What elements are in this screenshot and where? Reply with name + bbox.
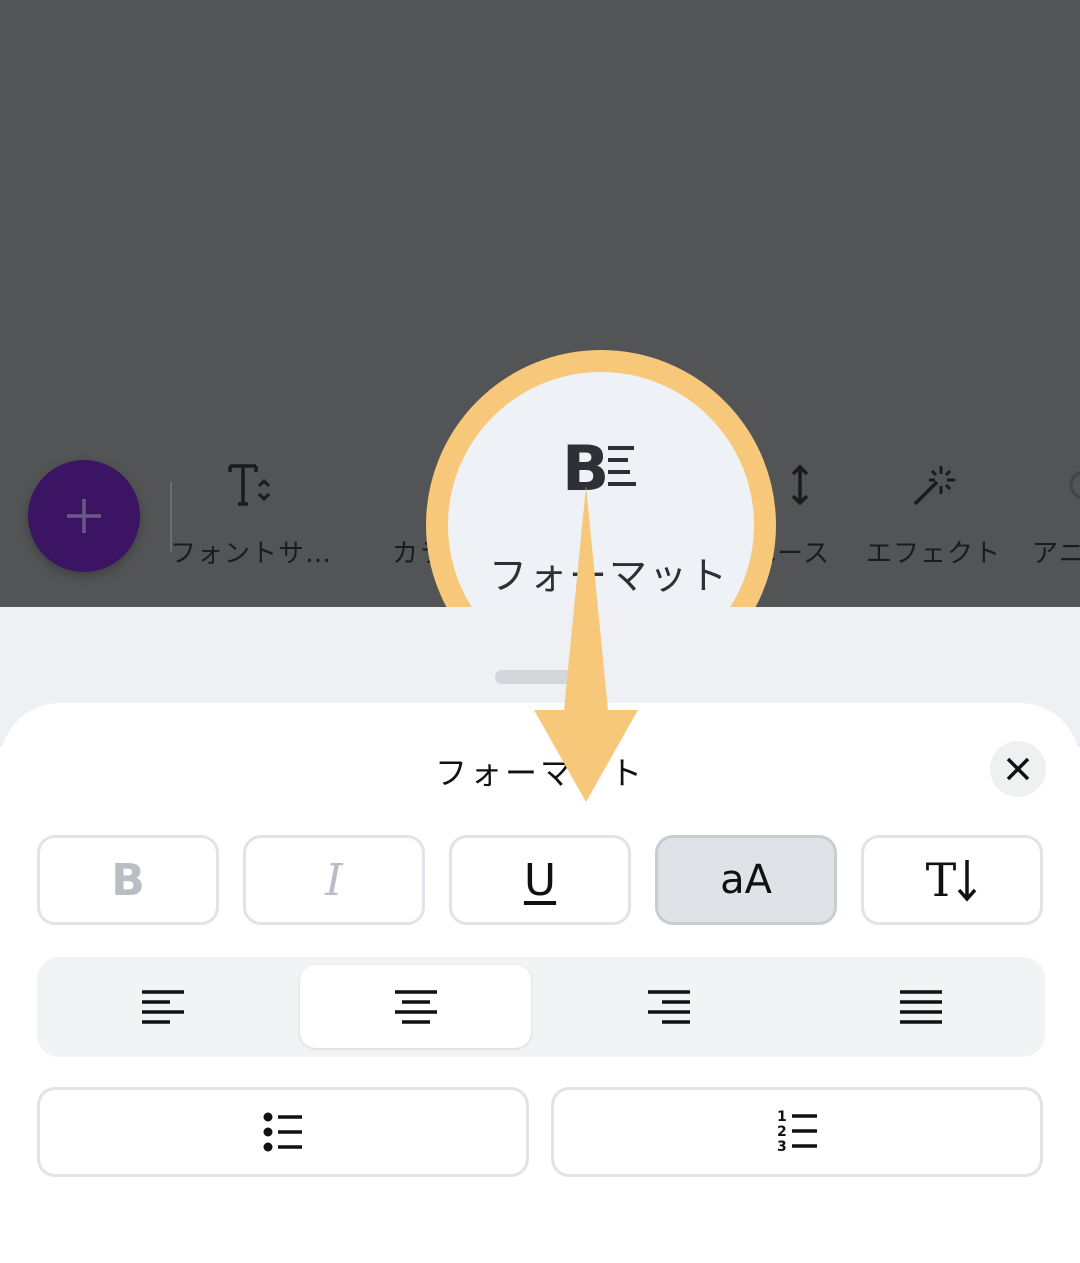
animate-icon: [1032, 455, 1080, 515]
align-justify-button[interactable]: [805, 965, 1036, 1048]
underline-label: U: [523, 854, 557, 906]
align-right-button[interactable]: [553, 965, 784, 1048]
toolbar-item-animate[interactable]: アニメート: [1032, 455, 1080, 570]
italic-button[interactable]: I: [243, 835, 425, 925]
close-icon: [1006, 757, 1030, 781]
effects-icon: [904, 455, 964, 515]
list-number: 1: [777, 1109, 787, 1125]
align-left-icon: [141, 989, 184, 1024]
arrow-down-icon: [958, 860, 977, 902]
numbered-list-icon: 1 2 3: [777, 1109, 817, 1155]
font-size-icon: [221, 455, 281, 515]
list-number: 2: [777, 1124, 787, 1140]
text-direction-button[interactable]: T: [861, 835, 1043, 925]
text-direction-label: T: [925, 853, 957, 907]
toolbar-item-label: フォントサ…: [170, 539, 333, 569]
list-number: 3: [777, 1139, 787, 1155]
toolbar-item-effects[interactable]: エフェクト: [866, 455, 1001, 570]
plus-icon: [67, 499, 101, 533]
align-justify-icon: [899, 989, 942, 1024]
align-right-icon: [647, 989, 690, 1024]
add-button[interactable]: [28, 460, 140, 572]
align-center-button[interactable]: [300, 965, 531, 1048]
toolbar-item-font-size[interactable]: フォントサ…: [170, 455, 332, 570]
align-left-button[interactable]: [47, 965, 278, 1048]
bullet-list-icon: [263, 1112, 302, 1152]
toolbar-item-label: アニメート: [1032, 539, 1080, 569]
letter-case-label: aA: [720, 857, 772, 903]
letter-case-button[interactable]: aA: [655, 835, 837, 925]
close-button[interactable]: [990, 741, 1046, 797]
toolbar-item-label: エフェクト: [866, 539, 1002, 569]
underline-button[interactable]: U: [449, 835, 631, 925]
italic-label: I: [325, 854, 343, 906]
numbered-list-button[interactable]: 1 2 3: [551, 1087, 1043, 1177]
align-center-icon: [394, 989, 437, 1024]
bold-label: B: [111, 854, 145, 906]
bold-button[interactable]: B: [37, 835, 219, 925]
bullet-list-button[interactable]: [37, 1087, 529, 1177]
pointer-arrow: [534, 486, 638, 802]
